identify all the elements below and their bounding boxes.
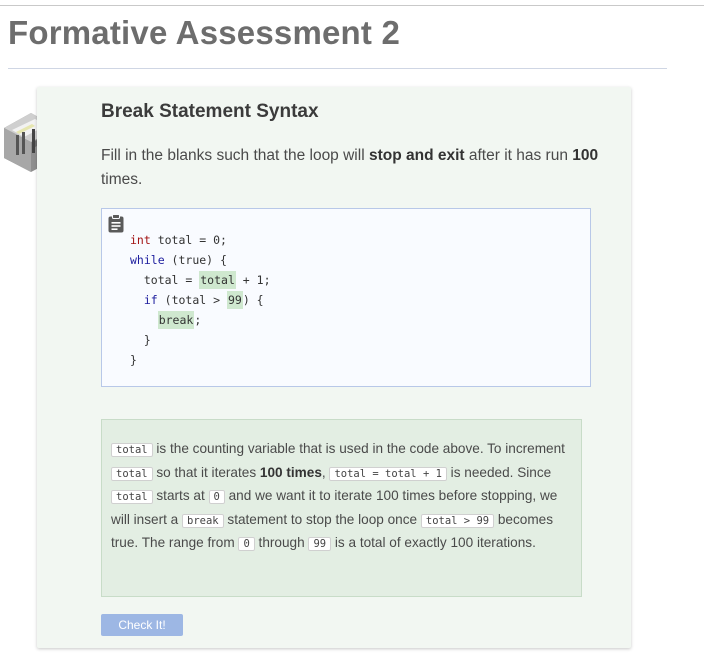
explanation-text: statement to stop the loop once: [223, 511, 421, 527]
fill-in-blank[interactable]: total: [199, 271, 236, 289]
inline-code: total: [111, 443, 153, 457]
instructions-text: after it has run: [464, 147, 573, 164]
exercise-instructions: Fill in the blanks such that the loop wi…: [101, 144, 601, 192]
explanation-box: total is the counting variable that is u…: [101, 419, 582, 597]
instructions-emphasis: stop and exit: [368, 147, 465, 164]
code-block: int total = 0; while (true) { total = to…: [130, 230, 271, 370]
inline-code: 0: [208, 490, 225, 505]
exercise-title: Break Statement Syntax: [101, 101, 319, 122]
explanation-text: starts at: [152, 488, 209, 504]
inline-code: total = total + 1: [329, 466, 447, 481]
exercise-card: Break Statement Syntax Fill in the blank…: [37, 87, 631, 648]
explanation-text: is a total of exactly 100 iterations.: [331, 535, 536, 551]
code-token: + 1;: [235, 273, 271, 287]
code-editor: int total = 0; while (true) { total = to…: [101, 208, 591, 387]
code-token: }: [143, 333, 151, 347]
code-token: }: [130, 353, 137, 367]
explanation-text: is needed. Since: [446, 464, 552, 480]
instructions-text: times.: [101, 171, 143, 188]
code-token: ;: [194, 313, 202, 327]
title-divider: [8, 68, 667, 69]
inline-code: total > 99: [420, 513, 495, 528]
code-token: total =: [143, 273, 200, 287]
inline-code: break: [182, 513, 224, 528]
code-token: (true) {: [164, 253, 227, 267]
inline-code: total: [111, 490, 153, 505]
code-token: ) {: [242, 293, 264, 307]
top-divider: [0, 5, 704, 6]
instructions-emphasis: 100: [572, 147, 599, 164]
code-token: while: [130, 253, 165, 267]
code-token: total = 0;: [150, 233, 227, 247]
clipboard-icon[interactable]: [108, 214, 124, 233]
explanation-text: through: [254, 535, 309, 551]
explanation-text: so that it iterates: [152, 464, 260, 480]
explanation-emphasis: 100 times: [259, 464, 322, 480]
fill-in-blank[interactable]: 99: [226, 291, 243, 309]
fill-in-blank[interactable]: break: [157, 311, 195, 329]
inline-code: 99: [308, 537, 332, 552]
code-token: int: [130, 233, 151, 247]
check-it-button[interactable]: Check It!: [101, 614, 183, 636]
inline-code: 0: [238, 537, 255, 552]
code-token: if: [143, 293, 158, 307]
inline-code: total: [111, 466, 153, 481]
instructions-text: Fill in the blanks such that the loop wi…: [101, 147, 369, 164]
page-title: Formative Assessment 2: [8, 14, 401, 51]
code-token: (total >: [157, 293, 227, 307]
explanation-text: is the counting variable that is used in…: [152, 441, 565, 456]
